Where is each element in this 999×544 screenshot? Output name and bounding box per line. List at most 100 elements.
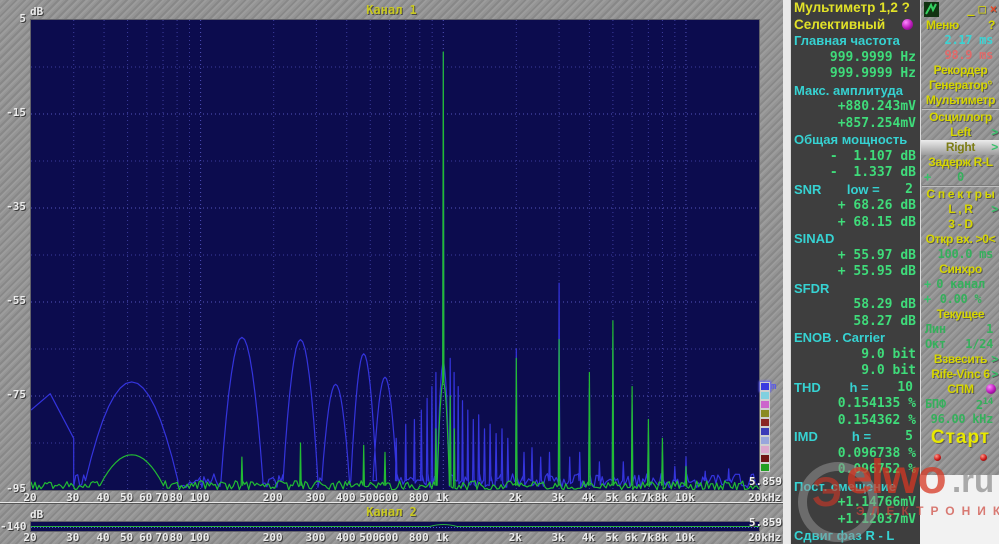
selective-mode-button[interactable]: Селективный xyxy=(791,17,921,34)
recorder-button[interactable]: Рекордер xyxy=(921,63,999,78)
x-tick-label: 30 xyxy=(66,531,80,544)
left-channel-button[interactable]: Left > xyxy=(921,125,999,140)
channel1-title: Канал 1 xyxy=(366,3,417,17)
status-leds xyxy=(921,451,999,463)
measure-label-sinad: SINAD xyxy=(794,231,835,246)
y-tick-label: 5 xyxy=(19,12,26,25)
linear-scale-value-key: Лин xyxy=(925,322,946,336)
legend-swatch[interactable] xyxy=(760,400,770,409)
plus-icon: + xyxy=(924,292,931,306)
spectra-3d-button[interactable]: 3 - D xyxy=(921,217,999,232)
legend-swatch[interactable] xyxy=(760,418,770,427)
menu-button[interactable]: Меню? xyxy=(921,18,999,33)
measure-label-total-power: Общая мощность xyxy=(794,132,908,147)
legend-swatch[interactable] xyxy=(760,427,770,436)
trace-color-legend xyxy=(760,382,772,472)
current-mode-button-label: Текущее xyxy=(936,307,985,321)
fft-size-value-val: 214 xyxy=(975,397,993,412)
help-icon[interactable]: ? xyxy=(988,18,995,33)
right-channel-button[interactable]: Right > xyxy=(921,140,999,155)
sync-channel-value: +0 канал xyxy=(921,277,999,292)
measure-snr-p1: SNR xyxy=(794,181,822,197)
generator-button[interactable]: Генератор° xyxy=(921,78,999,93)
legend-swatch[interactable] xyxy=(760,445,770,454)
channel1-window: Канал 1 dB 5 -15 -35 -55 -75 -95 20 30 40 50 60 70… xyxy=(0,0,783,504)
sync-percent-value: +0.00 % xyxy=(921,292,999,307)
maximize-button[interactable]: □ xyxy=(979,2,986,16)
octave-value: Окт 1/24 xyxy=(921,337,999,352)
spectra-header: С п е к т р ы xyxy=(921,187,999,202)
current-mode-button[interactable]: Текущее xyxy=(921,307,999,322)
legend-swatch[interactable] xyxy=(760,463,770,472)
start-button[interactable]: Старт xyxy=(921,427,999,451)
measure-label-snr: SNR low = 2 xyxy=(791,182,921,199)
measure-label-imd: IMD h = 5 xyxy=(791,429,921,446)
psd-button-label: СПМ xyxy=(947,382,974,396)
octave-value-key: Окт xyxy=(925,337,946,351)
fft-size-value: БПФ 214 xyxy=(921,397,999,412)
measure-value-dc-offset-2: +1.12037mV xyxy=(837,511,916,527)
close-button[interactable]: × xyxy=(990,2,997,16)
minimize-button[interactable]: _ xyxy=(967,2,974,16)
chevron-right-icon: > xyxy=(991,352,998,366)
selective-mode-led[interactable] xyxy=(902,19,913,31)
x-tick-label: 80 xyxy=(169,531,183,544)
legend-swatch[interactable] xyxy=(760,391,770,400)
measure-value-main-frequency-2: 999.9999 Hz xyxy=(829,66,916,81)
x-tick-label: 800 xyxy=(408,531,429,544)
weighting-button[interactable]: Взвесить > xyxy=(921,352,999,367)
measure-value-sinad-2: + 55.95 dB xyxy=(837,264,916,279)
x-tick-label: 3k xyxy=(551,531,565,544)
channel2-title: Канал 2 xyxy=(366,505,417,519)
legend-swatch[interactable] xyxy=(760,436,770,445)
measure-value-sfdr-1: 58.29 dB xyxy=(853,297,916,312)
psd-button-led[interactable] xyxy=(986,384,996,394)
measure-value-dc-offset-1: +1.14766mV xyxy=(837,495,916,510)
measure-value-thd-2: 0.154362 % xyxy=(837,412,916,428)
window-edge-strip xyxy=(783,0,790,544)
channel2-resolution-value: 5.859 xyxy=(748,516,782,529)
legend-swatch[interactable] xyxy=(760,382,770,391)
selective-mode-label: Селективный xyxy=(794,17,886,33)
x-tick-label: 400 xyxy=(335,531,356,544)
linear-scale-value-val: 1 xyxy=(986,322,993,336)
fft-size-value-key: БПФ xyxy=(925,397,946,411)
measure-value-main-frequency-1: 999.9999 Hz xyxy=(829,49,916,65)
sidebar-titlebar: _ □ × xyxy=(921,0,999,18)
measure-thd-p1: THD xyxy=(794,379,821,395)
psd-button[interactable]: СПМ xyxy=(921,382,999,397)
multimeter-button[interactable]: Мультиметр xyxy=(921,93,999,108)
legend-swatch[interactable] xyxy=(760,454,770,463)
channel1-db-label: dB xyxy=(30,5,44,18)
measure-snr-p2: low = xyxy=(846,181,880,197)
multimeter-panel: Мультиметр 1,2 ? Селективный Главная часто… xyxy=(790,0,921,544)
measure-value-sfdr-2: 58.27 dB xyxy=(853,313,916,329)
measure-value-enob-1: 9.0 bit xyxy=(861,346,916,362)
x-tick-label: 8k xyxy=(654,531,669,544)
multimeter-button-label: Мультиметр xyxy=(925,93,996,107)
channel1-plot-area[interactable] xyxy=(30,19,760,491)
x-tick-label: 20 xyxy=(23,531,37,544)
gate-time-value: 100.0 ms xyxy=(937,247,994,261)
y-tick-label: -95 xyxy=(6,482,26,495)
sync-percent-value-text: 0.00 % xyxy=(939,292,982,306)
measure-label-thd: THD h = 10 xyxy=(791,380,921,397)
time-value-2: 98.9 ms xyxy=(944,48,994,62)
x-tick-label: 300 xyxy=(305,531,326,544)
channel2-db-label: dB xyxy=(30,508,44,521)
delay-rl-button[interactable]: Задерж R-L xyxy=(921,155,999,170)
window-function-button-label: Rife-Vinc 6 xyxy=(931,367,990,381)
x-tick-label: 200 xyxy=(262,531,283,544)
measure-label-sfdr: SFDR xyxy=(794,280,830,296)
measure-label-dc-offset: Пост. смещение xyxy=(794,478,897,494)
plus-icon: + xyxy=(924,170,931,184)
sync-button[interactable]: Синхро xyxy=(921,262,999,277)
window-function-button[interactable]: Rife-Vinc 6 > xyxy=(921,367,999,382)
desktop-corner xyxy=(920,475,999,544)
oscilloscope-button[interactable]: Осциллогр xyxy=(921,110,999,125)
spectra-lr-button[interactable]: L , R > xyxy=(921,202,999,217)
app-icon xyxy=(924,1,939,17)
linear-scale-value: Лин 1 xyxy=(921,322,999,337)
legend-swatch[interactable] xyxy=(760,409,770,418)
gate-threshold-button[interactable]: Откр вх. >0< xyxy=(921,232,999,247)
